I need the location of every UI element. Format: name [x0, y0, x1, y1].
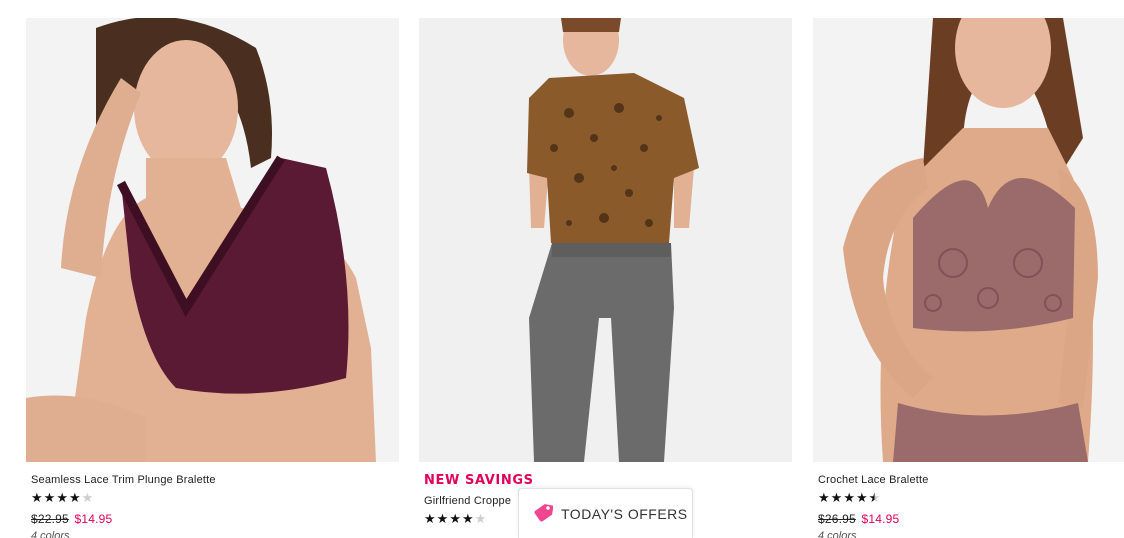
product-grid: Seamless Lace Trim Plunge Bralette ★ ★ ★…	[0, 0, 1124, 538]
product-name[interactable]: Crochet Lace Bralette	[818, 474, 1124, 486]
star-full-icon: ★	[68, 491, 81, 506]
product-name[interactable]: Seamless Lace Trim Plunge Bralette	[31, 474, 399, 486]
price-row: $26.95 $14.95	[818, 512, 1124, 526]
product-image[interactable]	[419, 18, 792, 462]
star-full-icon: ★	[56, 491, 68, 506]
star-full-icon: ★	[855, 491, 868, 506]
star-empty-icon: ★	[81, 491, 94, 506]
star-empty-icon: ★	[474, 512, 487, 527]
star-full-icon: ★	[830, 491, 843, 506]
product-card[interactable]: Crochet Lace Bralette ★ ★ ★ ★ ★ $26.95 $…	[813, 18, 1124, 538]
star-full-icon: ★	[43, 491, 56, 506]
color-count[interactable]: 4 colors	[818, 530, 1124, 538]
star-full-icon: ★	[31, 491, 43, 506]
sale-price: $14.95	[74, 512, 113, 526]
star-full-icon: ★	[818, 491, 830, 506]
tag-icon	[534, 503, 553, 522]
star-half-icon: ★	[868, 491, 881, 506]
color-count[interactable]: 4 colors	[31, 530, 399, 538]
product-image[interactable]	[813, 18, 1124, 462]
price-row: $22.95 $14.95	[31, 512, 399, 526]
star-full-icon: ★	[424, 512, 436, 527]
sale-price: $14.95	[861, 512, 900, 526]
offers-label: TODAY'S OFFERS	[561, 505, 688, 522]
product-card[interactable]: Seamless Lace Trim Plunge Bralette ★ ★ ★…	[26, 18, 399, 538]
star-full-icon: ★	[449, 512, 461, 527]
old-price: $26.95	[818, 512, 856, 526]
rating-stars: ★ ★ ★ ★ ★	[31, 492, 399, 506]
star-full-icon: ★	[461, 512, 474, 527]
todays-offers-button[interactable]: TODAY'S OFFERS	[518, 488, 693, 538]
product-card[interactable]: NEW SAVINGS Girlfriend Croppe ★ ★ ★ ★ ★	[419, 18, 792, 527]
product-image[interactable]	[26, 18, 399, 462]
star-full-icon: ★	[843, 491, 855, 506]
star-full-icon: ★	[436, 512, 449, 527]
rating-stars: ★ ★ ★ ★ ★	[818, 492, 1124, 506]
old-price: $22.95	[31, 512, 69, 526]
